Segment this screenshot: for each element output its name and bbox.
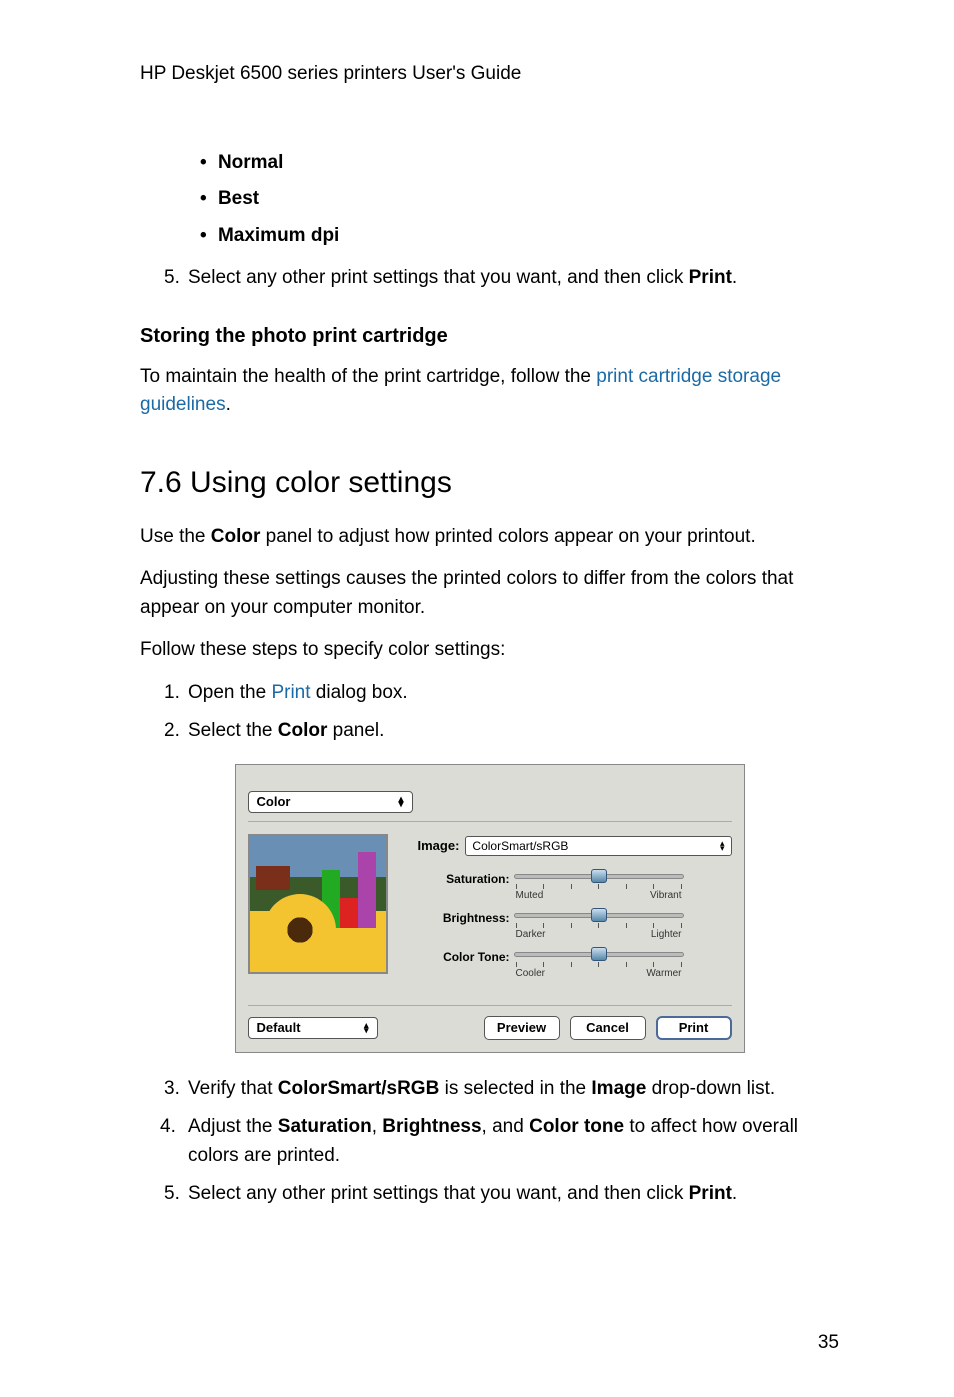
sat-min-label: Muted [516, 888, 544, 903]
ct-min-label: Cooler [516, 966, 545, 981]
image-dropdown[interactable]: ColorSmart/sRGB ▴▾ [465, 836, 731, 856]
brightness-slider[interactable] [514, 909, 684, 923]
para-follow-steps: Follow these steps to specify color sett… [140, 636, 839, 665]
panel-dropdown[interactable]: Color ▴▾ [248, 791, 413, 813]
saturation-slider[interactable] [514, 870, 684, 884]
bullet-best: Best [218, 188, 259, 209]
print-link[interactable]: Print [271, 682, 310, 703]
brightness-label: Brightness: [442, 909, 514, 927]
bullet-normal: Normal [218, 152, 283, 173]
step-2: 2.Select the Color panel. [160, 717, 839, 746]
preset-dropdown[interactable]: Default ▴▾ [248, 1017, 378, 1039]
quality-bullet-list: Normal Best Maximum dpi [200, 149, 839, 251]
storing-paragraph: To maintain the health of the print cart… [140, 363, 839, 420]
chevron-updown-icon: ▴▾ [720, 841, 725, 851]
para-adjusting: Adjusting these settings causes the prin… [140, 565, 839, 622]
print-button[interactable]: Print [656, 1016, 732, 1040]
image-label: Image: [418, 836, 460, 856]
colortone-slider[interactable] [514, 948, 684, 962]
chevron-updown-icon: ▴▾ [398, 797, 403, 807]
ct-max-label: Warmer [646, 966, 681, 981]
cancel-button[interactable]: Cancel [570, 1016, 646, 1040]
color-panel-figure: Color ▴▾ Image: ColorSmart/sRGB ▴▾ Satur… [235, 764, 745, 1053]
bri-min-label: Darker [516, 927, 546, 942]
page-header: HP Deskjet 6500 series printers User's G… [140, 60, 839, 89]
bri-max-label: Lighter [651, 927, 682, 942]
bullet-maxdpi: Maximum dpi [218, 225, 339, 246]
sat-max-label: Vibrant [650, 888, 682, 903]
preview-thumbnail [248, 834, 388, 974]
step-1: 1.Open the Print dialog box. [160, 679, 839, 708]
section-title: 7.6 Using color settings [140, 460, 839, 505]
saturation-label: Saturation: [442, 870, 514, 888]
colortone-label: Color Tone: [442, 948, 514, 966]
page-number: 35 [140, 1329, 839, 1358]
step-5: 5.Select any other print settings that y… [160, 1180, 839, 1209]
storing-heading: Storing the photo print cartridge [140, 321, 839, 351]
para-use-color: Use the Color panel to adjust how printe… [140, 523, 839, 552]
step-3: 3.Verify that ColorSmart/sRGB is selecte… [160, 1075, 839, 1104]
upper-step-5: 5.Select any other print settings that y… [160, 264, 839, 293]
chevron-updown-icon: ▴▾ [364, 1023, 369, 1033]
step-4: 4.Adjust the Saturation, Brightness, and… [160, 1113, 839, 1170]
preview-button[interactable]: Preview [484, 1016, 560, 1040]
